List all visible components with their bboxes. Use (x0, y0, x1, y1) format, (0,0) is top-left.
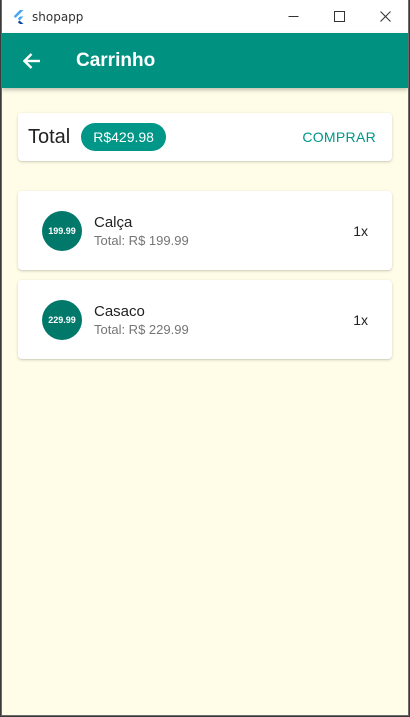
close-icon (379, 11, 391, 22)
total-amount-chip: R$429.98 (81, 123, 166, 151)
item-total: Total: R$ 199.99 (94, 232, 189, 248)
maximize-button[interactable] (316, 0, 362, 33)
item-name: Calça (94, 213, 133, 231)
app-bar: Carrinho (2, 33, 408, 88)
item-name: Casaco (94, 302, 145, 320)
buy-button[interactable]: COMPRAR (302, 123, 376, 151)
cart-summary-card: Total R$429.98 COMPRAR (18, 113, 392, 161)
cart-item[interactable]: 229.99 Casaco Total: R$ 229.99 1x (18, 280, 392, 359)
item-total: Total: R$ 229.99 (94, 321, 189, 337)
window-titlebar[interactable]: shopapp (2, 0, 408, 33)
page-title: Carrinho (76, 49, 156, 71)
item-price-avatar: 199.99 (42, 210, 82, 251)
minimize-button[interactable] (270, 0, 316, 33)
item-text: Calça Total: R$ 199.99 (94, 213, 189, 249)
minimize-icon (288, 16, 298, 17)
app-window: shopapp Carrinho Total R$429.98 COMPRAR … (1, 0, 409, 716)
flutter-logo-icon (13, 9, 24, 24)
cart-item[interactable]: 199.99 Calça Total: R$ 199.99 1x (18, 191, 392, 270)
item-text: Casaco Total: R$ 229.99 (94, 302, 189, 338)
close-button[interactable] (362, 0, 408, 33)
window-title: shopapp (32, 9, 84, 24)
total-label: Total (28, 125, 71, 148)
maximize-icon (333, 11, 345, 22)
window-controls (270, 0, 408, 33)
arrow-back-icon (23, 52, 40, 69)
item-quantity: 1x (353, 222, 368, 239)
item-price-avatar: 229.99 (42, 299, 82, 340)
back-button[interactable] (4, 33, 60, 88)
item-quantity: 1x (353, 311, 368, 328)
